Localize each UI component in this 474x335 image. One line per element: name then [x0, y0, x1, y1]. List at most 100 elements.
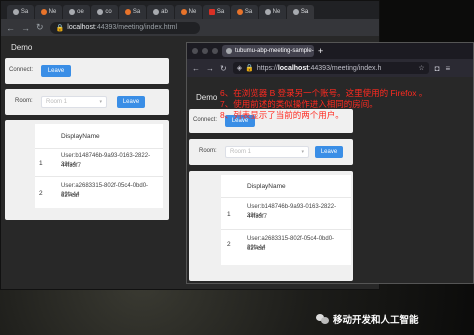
tab-label: Ne — [188, 9, 197, 15]
page-icon — [180, 9, 187, 15]
page-icon — [40, 9, 47, 15]
browser-toolbar: ← → ↻ ◈ 🔒 https://localhost:44393/meetin… — [187, 59, 473, 77]
url-scheme: https:// — [256, 64, 278, 72]
room-select[interactable]: Room 1 ▾ — [41, 96, 107, 108]
url-host: localhost — [277, 64, 309, 72]
menu-icon[interactable]: ≡ — [446, 64, 451, 73]
browser-tab[interactable]: oe — [63, 5, 90, 19]
browser-tab[interactable]: co — [91, 5, 118, 19]
url-text: https://localhost:44393/meeting/index.h — [257, 65, 382, 72]
browser-tab[interactable]: ab — [147, 5, 174, 19]
row-index: 1 — [227, 211, 231, 218]
tab-label: Sa — [20, 9, 29, 15]
tab-title: tubumu-abp-meeting-sample-clie — [235, 48, 314, 54]
room-leave-button[interactable]: Leave — [117, 96, 145, 108]
watermark-text: 移动开发和人工智能 — [333, 315, 419, 326]
tab-label: Sa — [216, 9, 225, 15]
table-header-displayname: DisplayName — [247, 183, 286, 190]
row-displayname-line2: 44f33f7 — [61, 163, 82, 169]
annotation-step-7: 7、使用前述的类似操作进入相同的房间。 — [220, 99, 378, 109]
tab-label: oe — [77, 9, 84, 15]
window-controls — [192, 48, 218, 54]
members-table: DisplayName 1 User:b148746b-9a93-0163-28… — [221, 175, 351, 265]
bookmark-star-icon[interactable]: ☆ — [418, 64, 424, 72]
table-divider — [221, 197, 351, 198]
navbar-title: Demo — [11, 42, 33, 52]
reload-icon[interactable]: ↻ — [220, 64, 227, 73]
navbar-title: Demo — [196, 92, 218, 102]
back-arrow-icon[interactable]: ← — [192, 64, 200, 73]
room-select-placeholder: Room 1 — [230, 149, 252, 155]
page-icon — [12, 9, 19, 15]
annotation-step-6: 6、在浏览器 B 登录另一个账号。这里使用的 Firefox 。 — [220, 88, 428, 98]
room-card: Room: Room 1 ▾ Leave — [5, 89, 169, 115]
back-arrow-icon[interactable]: ← — [6, 23, 15, 33]
browser-tab[interactable]: Ne — [259, 5, 286, 19]
connect-label: Connect: — [193, 117, 218, 123]
minimize-window-icon[interactable] — [202, 48, 208, 54]
maximize-window-icon[interactable] — [212, 48, 218, 54]
browser-tab-active[interactable]: tubumu-abp-meeting-sample-clie × — [222, 45, 314, 57]
room-leave-button[interactable]: Leave — [315, 146, 343, 158]
page-icon — [124, 9, 131, 15]
row-displayname-line2: 627caf — [61, 193, 80, 199]
github-icon — [153, 9, 160, 15]
tab-label: Ne — [272, 9, 281, 15]
table-divider — [35, 148, 163, 149]
row-displayname-line2: 44f33f7 — [247, 214, 268, 220]
reload-icon[interactable]: ↻ — [36, 22, 44, 33]
tab-label: Sa — [300, 9, 309, 15]
tab-label: Sa — [132, 9, 141, 15]
browser-tab[interactable]: Sa — [231, 5, 258, 19]
browser-tab[interactable]: Sa — [203, 5, 230, 19]
members-table: DisplayName 1 User:b148746b-9a93-0163-28… — [35, 124, 163, 208]
page-icon — [264, 9, 271, 15]
row-index: 2 — [227, 241, 231, 248]
url-host: localhost — [67, 24, 95, 31]
room-select[interactable]: Room 1 ▾ — [225, 146, 309, 158]
connect-leave-button[interactable]: Leave — [41, 65, 71, 77]
room-card: Room: Room 1 ▾ Leave — [189, 139, 353, 165]
forward-arrow-icon[interactable]: → — [206, 64, 214, 73]
github-icon — [69, 9, 76, 15]
row-displayname-line2: 627caf — [247, 246, 266, 252]
browser-window-b: tubumu-abp-meeting-sample-clie × + ← → ↻… — [186, 42, 474, 284]
tab-strip: tubumu-abp-meeting-sample-clie × + — [187, 43, 473, 59]
shield-icon: ◈ — [236, 65, 243, 72]
browser-tab[interactable]: Sa — [7, 5, 34, 19]
table-divider — [221, 229, 351, 230]
lock-icon: 🔒 — [55, 24, 65, 32]
close-window-icon[interactable] — [192, 48, 198, 54]
connect-card: Connect: Leave — [5, 58, 169, 84]
url-path: :44393/meeting/index.h — [308, 64, 382, 72]
address-bar[interactable]: ◈ 🔒 https://localhost:44393/meeting/inde… — [232, 62, 429, 74]
forward-arrow-icon[interactable]: → — [21, 23, 30, 33]
browser-tab[interactable]: Ne — [35, 5, 62, 19]
browser-tab-active[interactable]: Sa — [287, 5, 314, 19]
members-card: DisplayName 1 User:b148746b-9a93-0163-28… — [5, 120, 169, 220]
page-icon — [208, 9, 215, 15]
connect-label: Connect: — [9, 67, 34, 73]
table-header-displayname: DisplayName — [61, 133, 100, 140]
lock-icon: 🔒 — [245, 65, 254, 72]
new-tab-icon[interactable]: + — [318, 46, 323, 56]
browser-toolbar: ← → ↻ 🔒 localhost:44393/meeting/index.ht… — [1, 19, 379, 36]
url-text: localhost:44393/meeting/index.html — [67, 24, 177, 31]
pocket-icon[interactable]: ◘ — [435, 64, 440, 73]
browser-tab[interactable]: Ne — [175, 5, 202, 19]
room-label: Room: — [15, 98, 33, 104]
github-icon — [97, 9, 104, 15]
url-path: :44393/meeting/index.html — [94, 24, 178, 31]
page-icon — [292, 9, 299, 15]
tab-label: ab — [161, 9, 168, 15]
members-card: DisplayName 1 User:b148746b-9a93-0163-28… — [189, 171, 353, 281]
chevron-down-icon: ▾ — [99, 99, 102, 105]
table-divider — [35, 176, 163, 177]
tab-label: co — [105, 9, 112, 15]
address-bar[interactable]: 🔒 localhost:44393/meeting/index.html — [49, 21, 200, 34]
page-icon — [236, 9, 243, 15]
browser-tab[interactable]: Sa — [119, 5, 146, 19]
tab-label: Sa — [244, 9, 253, 15]
watermark: 移动开发和人工智能 — [316, 312, 419, 326]
page-icon — [226, 48, 232, 54]
